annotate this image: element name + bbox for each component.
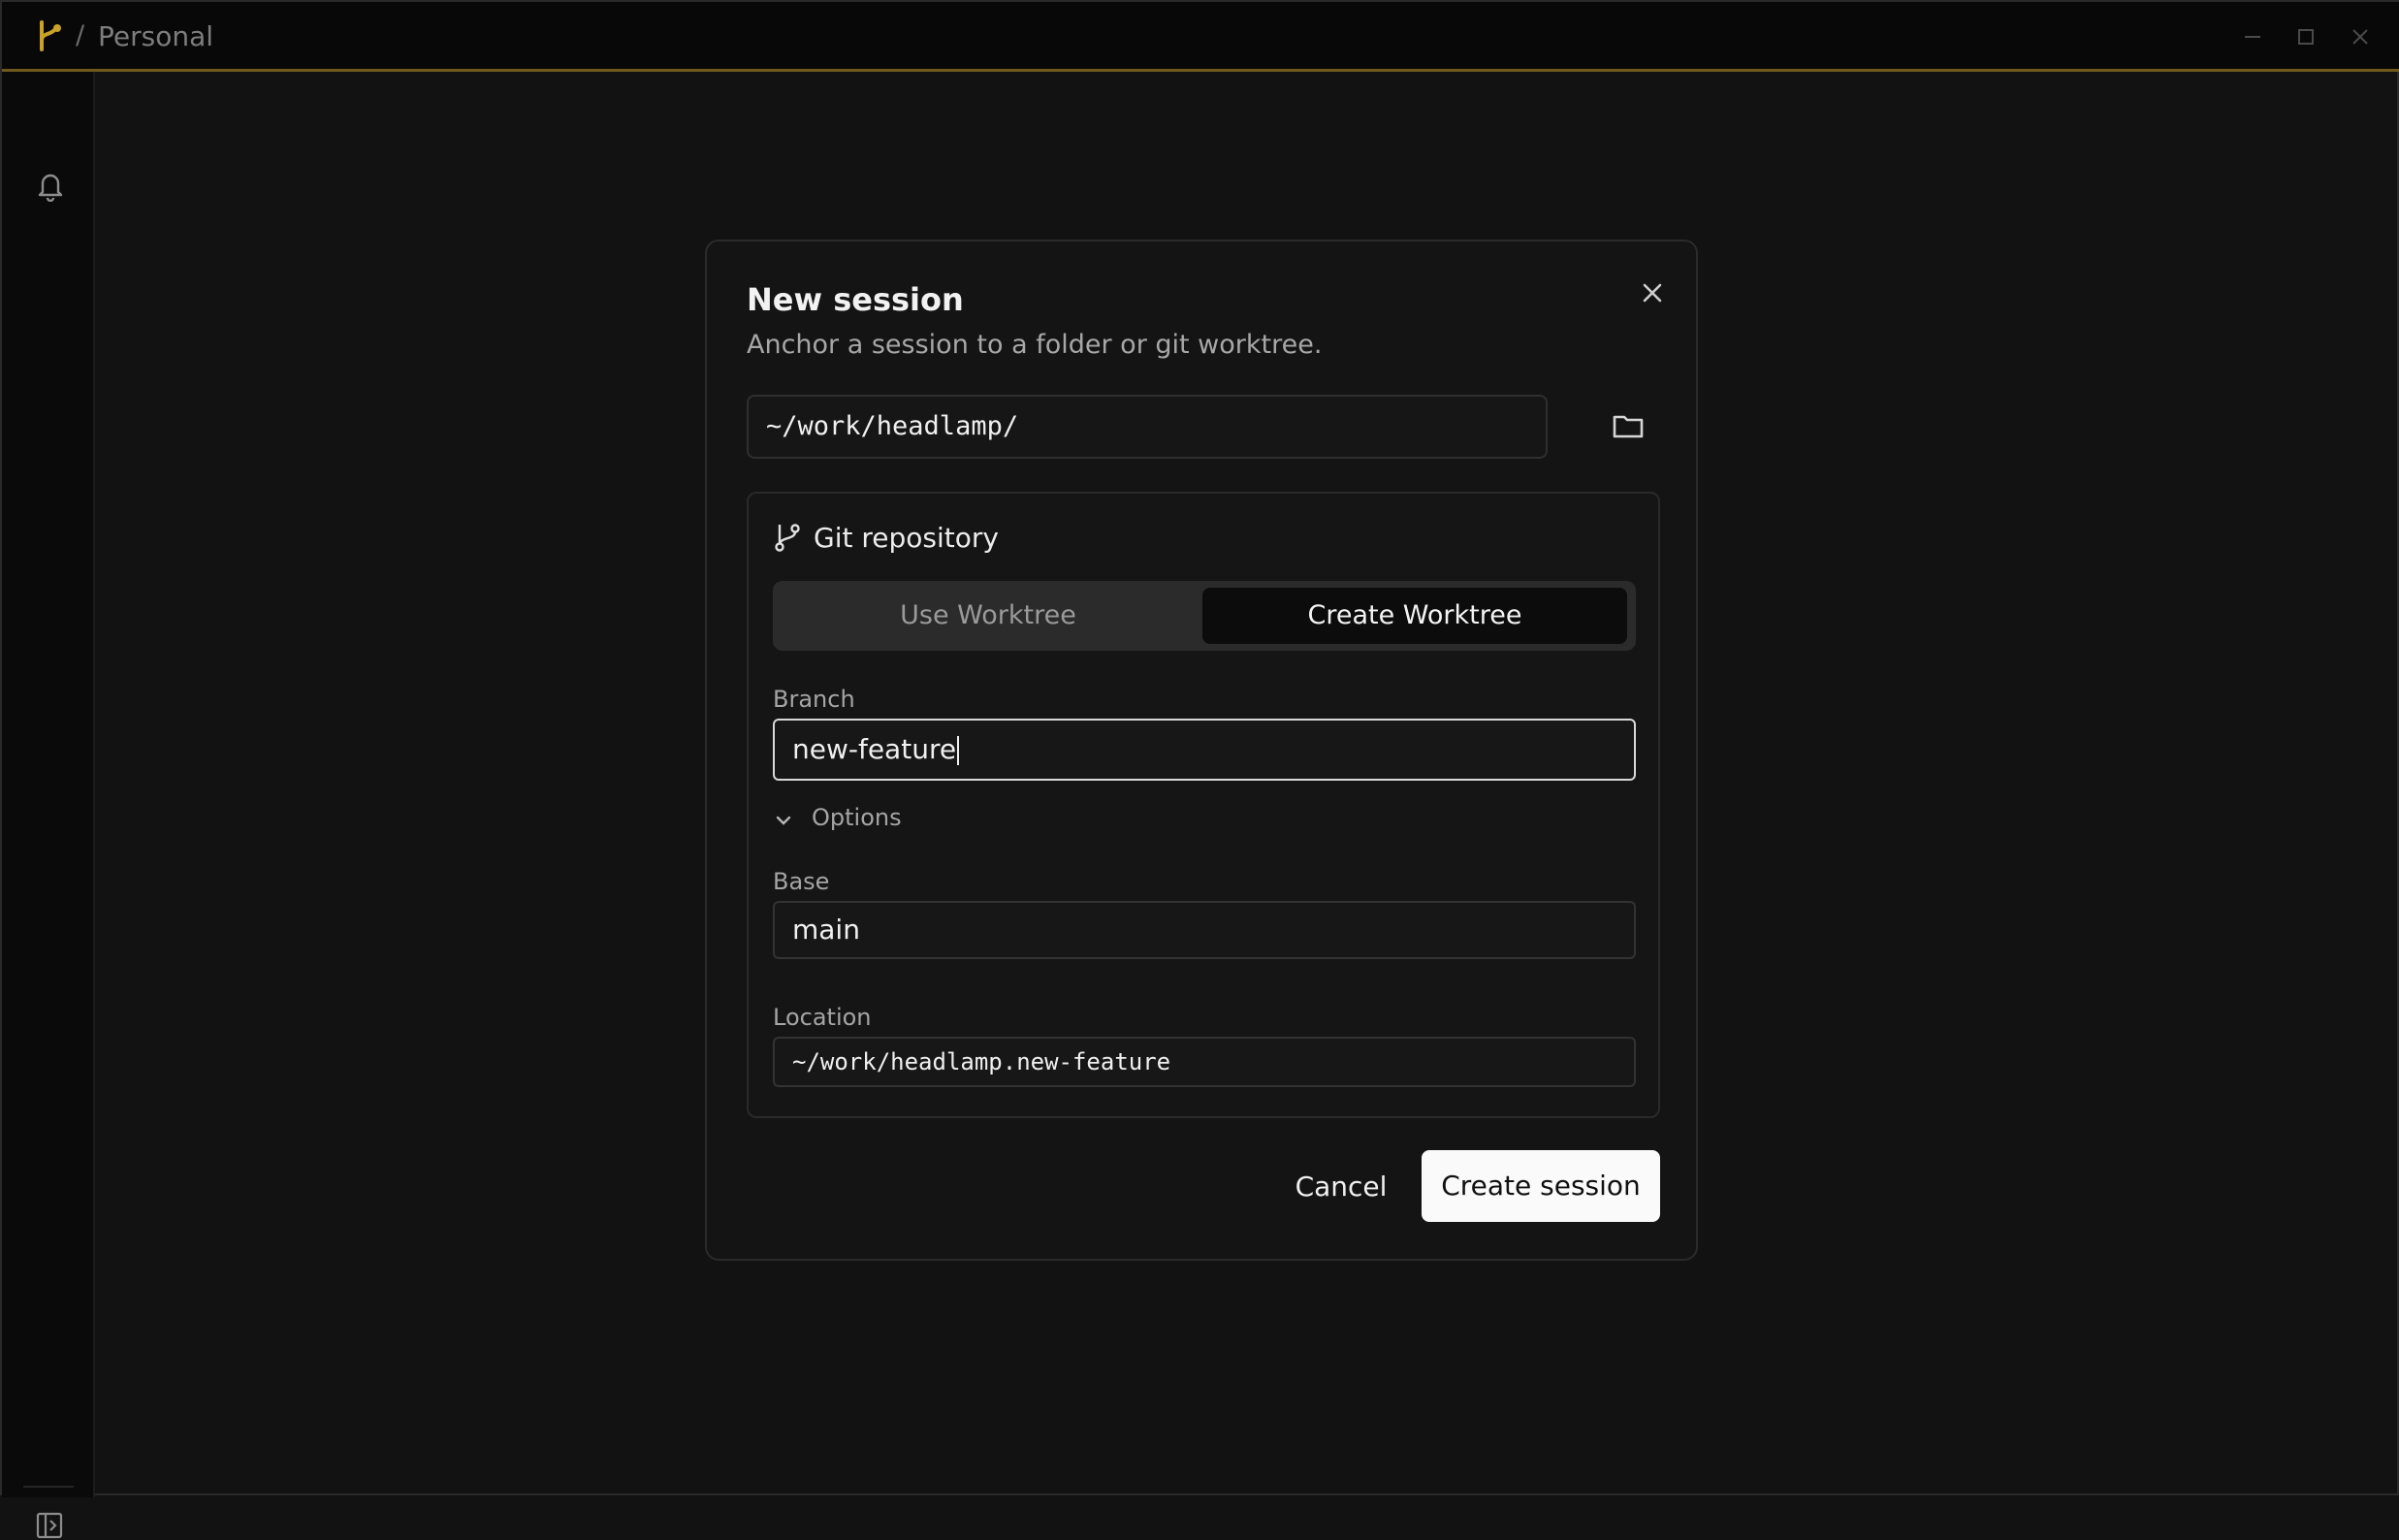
git-section-title: Git repository: [814, 522, 999, 554]
new-session-dialog: New session Anchor a session to a folder…: [705, 240, 1698, 1261]
text-cursor: [957, 736, 960, 765]
app-window: / Personal New session Anchor a session …: [0, 0, 2399, 1539]
base-input[interactable]: main: [773, 901, 1636, 959]
tab-create-worktree[interactable]: Create Worktree: [1202, 588, 1627, 644]
git-repository-card: Git repository Use Worktree Create Workt…: [747, 492, 1660, 1118]
sidebar-divider: [23, 1486, 74, 1488]
git-branch-icon: [775, 524, 800, 552]
breadcrumb-separator: /: [76, 20, 85, 50]
branch-value: new-feature: [792, 733, 957, 765]
location-label: Location: [773, 1004, 872, 1031]
close-icon[interactable]: [1636, 276, 1669, 309]
options-label: Options: [812, 804, 902, 831]
chevron-down-icon: [776, 816, 791, 825]
location-input[interactable]: ~/work/headlamp.new-feature: [773, 1037, 1636, 1087]
branch-input[interactable]: new-feature: [773, 719, 1636, 781]
panel-toggle-icon[interactable]: [35, 1511, 64, 1540]
branch-logo-icon: [40, 20, 61, 51]
workspace-breadcrumb[interactable]: Personal: [98, 20, 213, 52]
folder-path-input[interactable]: ~/work/headlamp/: [747, 395, 1548, 459]
create-session-button[interactable]: Create session: [1422, 1150, 1660, 1222]
maximize-icon[interactable]: [2292, 23, 2319, 50]
tab-use-worktree[interactable]: Use Worktree: [780, 588, 1197, 644]
bell-icon[interactable]: [35, 169, 66, 202]
minimize-icon[interactable]: [2239, 23, 2266, 50]
cancel-button[interactable]: Cancel: [1273, 1152, 1409, 1222]
dialog-title: New session: [747, 281, 964, 318]
sidebar: [2, 72, 95, 1539]
folder-icon[interactable]: [1611, 408, 1646, 443]
title-bar: / Personal: [2, 2, 2399, 72]
base-label: Base: [773, 868, 830, 895]
branch-label: Branch: [773, 686, 855, 713]
dialog-subtitle: Anchor a session to a folder or git work…: [747, 330, 1323, 360]
close-window-icon[interactable]: [2347, 23, 2374, 50]
worktree-mode-toggle: Use Worktree Create Worktree: [773, 581, 1636, 651]
